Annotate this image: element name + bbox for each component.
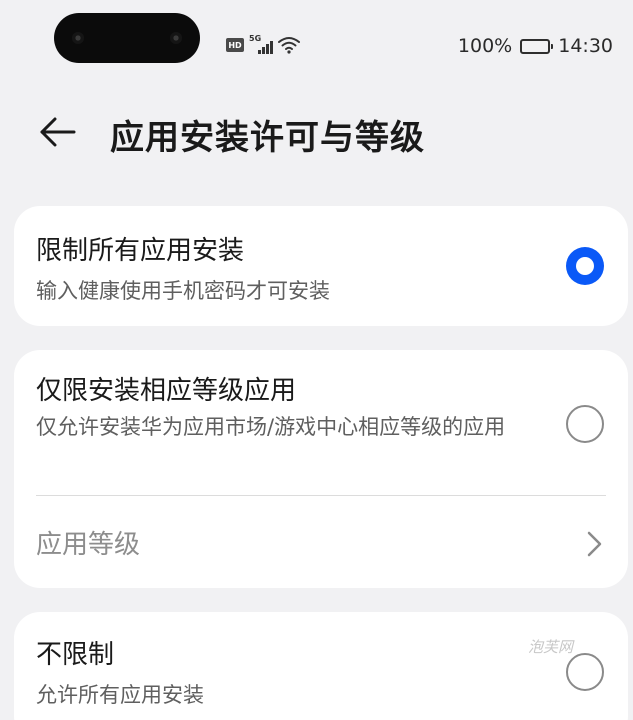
option-card-unrestricted: 不限制 允许所有应用安装 bbox=[14, 612, 628, 720]
chevron-right-icon bbox=[587, 531, 602, 557]
watermark: 泡芙网 bbox=[528, 638, 574, 656]
option-title: 限制所有应用安装 bbox=[36, 236, 245, 266]
option-unrestricted[interactable]: 不限制 允许所有应用安装 bbox=[14, 612, 628, 720]
app-level-label: 应用等级 bbox=[36, 530, 141, 560]
divider bbox=[36, 495, 606, 496]
option-description: 允许所有应用安装 bbox=[36, 683, 204, 707]
status-bar: HD 5G 100% 14:30 bbox=[0, 0, 633, 90]
option-card-level-only: 仅限安装相应等级应用 仅允许安装华为应用市场/游戏中心相应等级的应用 应用等级 bbox=[14, 350, 628, 588]
wifi-icon bbox=[278, 37, 300, 54]
app-header: 应用安装许可与等级 bbox=[0, 100, 633, 164]
camera-cutout bbox=[54, 13, 200, 63]
radio-unrestricted[interactable] bbox=[566, 653, 604, 691]
hd-icon: HD bbox=[226, 38, 244, 52]
status-icons-right: 100% 14:30 bbox=[458, 35, 613, 57]
app-level-row[interactable]: 应用等级 bbox=[14, 500, 628, 588]
signal-bars bbox=[258, 41, 273, 54]
option-description: 仅允许安装华为应用市场/游戏中心相应等级的应用 bbox=[36, 415, 506, 439]
option-title: 仅限安装相应等级应用 bbox=[36, 376, 297, 406]
battery-icon bbox=[520, 38, 554, 54]
back-button[interactable] bbox=[34, 112, 80, 152]
radio-level-only[interactable] bbox=[566, 405, 604, 443]
option-level-only[interactable]: 仅限安装相应等级应用 仅允许安装华为应用市场/游戏中心相应等级的应用 bbox=[14, 350, 628, 495]
back-arrow-icon bbox=[40, 117, 76, 147]
option-title: 不限制 bbox=[36, 640, 115, 670]
screen: HD 5G 100% 14:30 应用安装许可与等级 限制所有应用安装 输入健康… bbox=[0, 0, 633, 720]
battery-percent: 100% bbox=[457, 35, 513, 57]
signal-icon: 5G bbox=[249, 34, 273, 54]
option-card-restrict-all: 限制所有应用安装 输入健康使用手机密码才可安装 bbox=[14, 206, 628, 326]
clock: 14:30 bbox=[558, 35, 613, 57]
page-title: 应用安装许可与等级 bbox=[110, 118, 425, 158]
option-restrict-all[interactable]: 限制所有应用安装 输入健康使用手机密码才可安装 bbox=[14, 206, 628, 326]
camera-lens-icon bbox=[72, 32, 84, 44]
radio-restrict-all[interactable] bbox=[566, 247, 604, 285]
status-icons-left: HD 5G bbox=[226, 34, 300, 54]
camera-lens-icon bbox=[170, 32, 182, 44]
option-description: 输入健康使用手机密码才可安装 bbox=[36, 279, 330, 303]
